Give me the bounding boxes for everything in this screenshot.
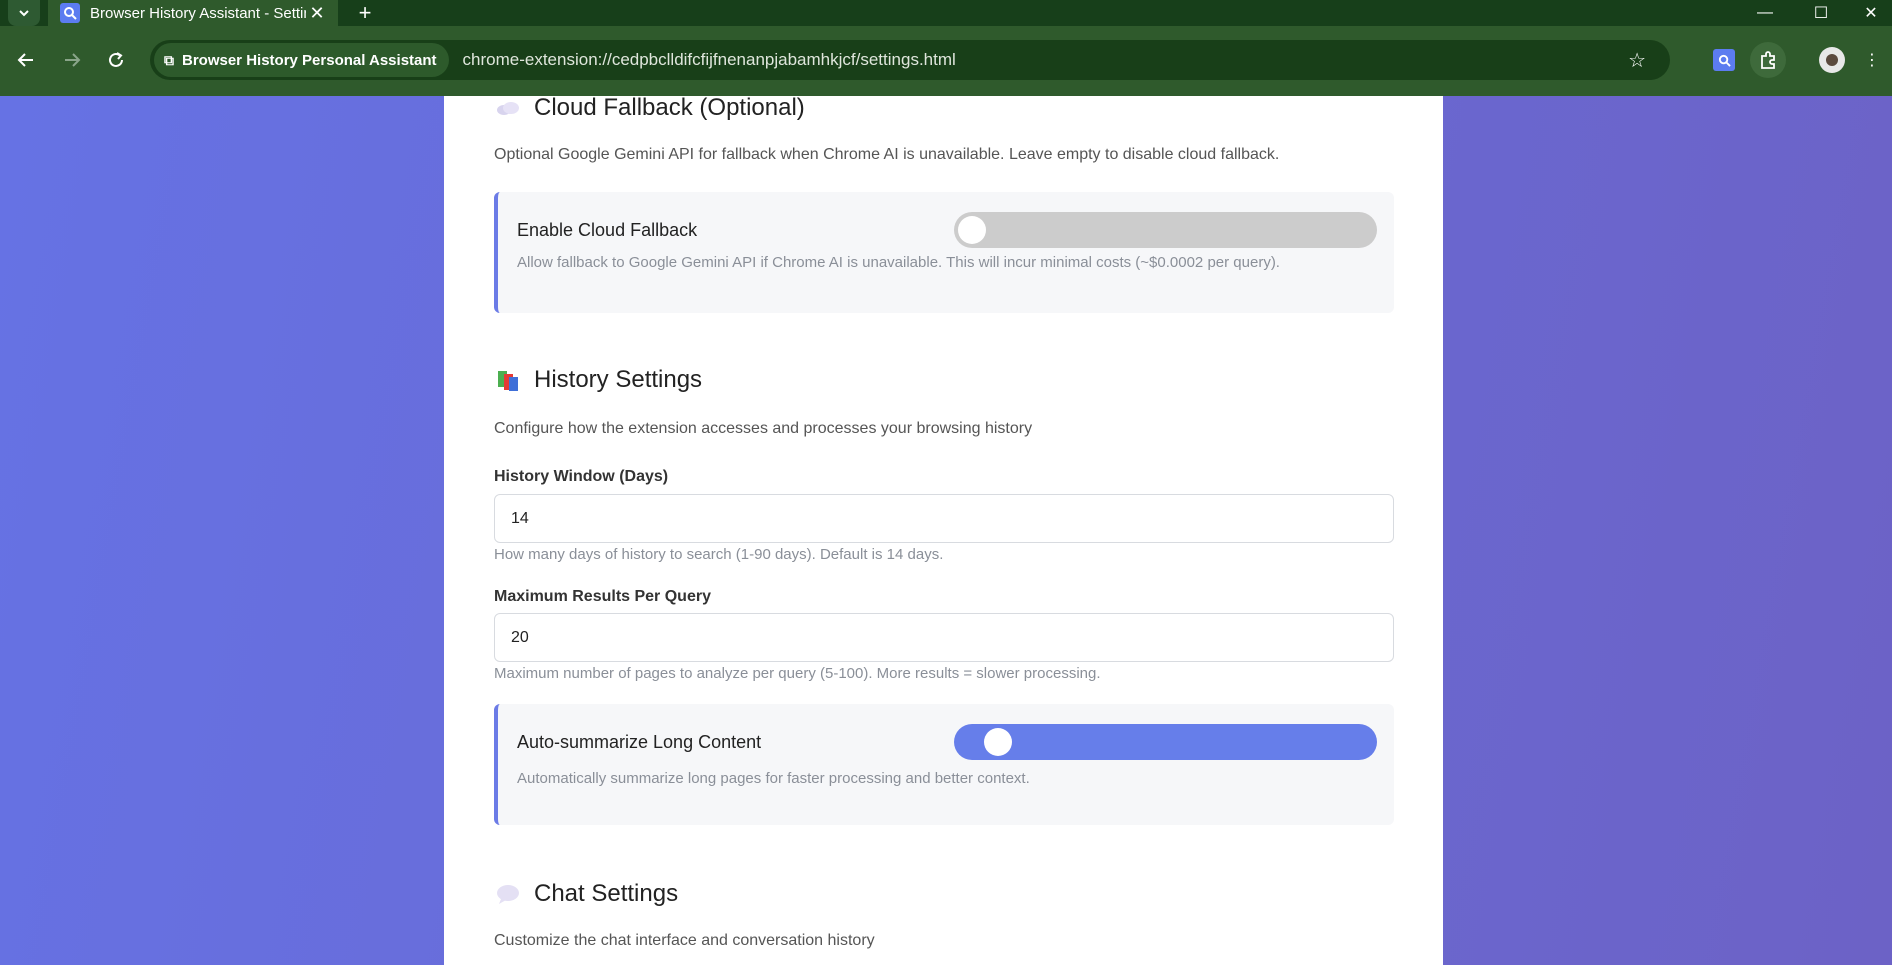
cloud-toggle-hint: Allow fallback to Google Gemini API if C…	[517, 254, 1280, 271]
history-window-label: History Window (Days)	[494, 468, 669, 485]
chat-description: Customize the chat interface and convers…	[494, 932, 875, 949]
reload-button[interactable]	[96, 40, 136, 80]
bookmark-star-icon[interactable]: ☆	[1628, 48, 1646, 73]
speech-bubble-icon	[494, 880, 522, 908]
chat-section-heading: Chat Settings	[494, 880, 678, 908]
tab-strip: Browser History Assistant - Settings ✕ +…	[0, 0, 1892, 26]
auto-summarize-label: Auto-summarize Long Content	[517, 732, 762, 752]
extension-name: Browser History Personal Assistant	[182, 51, 437, 69]
tab-title: Browser History Assistant - Settings	[90, 4, 306, 22]
cloud-icon	[494, 96, 522, 122]
puzzle-icon: ⧉	[164, 51, 174, 68]
max-results-input[interactable]	[494, 613, 1394, 662]
auto-summarize-toggle[interactable]	[954, 724, 1377, 760]
tab-search-button[interactable]	[8, 0, 40, 26]
settings-page: Cloud Fallback (Optional) Optional Googl…	[0, 96, 1892, 965]
chat-heading-text: Chat Settings	[534, 880, 679, 907]
browser-tab[interactable]: Browser History Assistant - Settings ✕	[48, 0, 338, 26]
reload-icon	[109, 52, 123, 67]
search-icon	[60, 3, 80, 23]
profile-avatar[interactable]	[1814, 42, 1850, 78]
cloud-description: Optional Google Gemini API for fallback …	[494, 146, 1280, 163]
history-description: Configure how the extension accesses and…	[494, 420, 1033, 437]
more-menu-icon[interactable]: ⋮	[1860, 42, 1884, 78]
books-icon	[494, 366, 522, 394]
cloud-fallback-toggle[interactable]	[954, 212, 1377, 248]
url-text[interactable]: chrome-extension://cedpbclldifcfijfnenan…	[463, 50, 956, 70]
auto-summarize-hint: Automatically summarize long pages for f…	[517, 770, 1030, 787]
history-window-hint: How many days of history to search (1-90…	[494, 546, 944, 563]
chevron-down-icon	[19, 10, 29, 17]
close-window-button[interactable]: ✕	[1846, 0, 1892, 26]
toggle-knob	[984, 728, 1012, 756]
extension-search-icon[interactable]	[1706, 42, 1742, 78]
history-heading-text: History Settings	[534, 366, 703, 393]
cloud-fallback-setting: Enable Cloud Fallback Allow fallback to …	[494, 192, 1394, 313]
arrow-left-icon	[17, 53, 33, 67]
minimize-button[interactable]: —	[1740, 0, 1790, 26]
auto-summarize-setting: Auto-summarize Long Content Automaticall…	[494, 704, 1394, 825]
close-tab-icon[interactable]: ✕	[306, 3, 328, 24]
back-button[interactable]	[6, 40, 46, 80]
address-bar[interactable]: ⧉ Browser History Personal Assistant chr…	[150, 40, 1670, 80]
cloud-toggle-label: Enable Cloud Fallback	[517, 220, 698, 240]
site-info-chip[interactable]: ⧉ Browser History Personal Assistant	[154, 43, 449, 77]
cloud-heading-text: Cloud Fallback (Optional)	[534, 96, 805, 121]
max-results-hint: Maximum number of pages to analyze per q…	[494, 665, 1101, 682]
new-tab-button[interactable]: +	[352, 0, 378, 26]
history-section-heading: History Settings	[494, 366, 702, 394]
maximize-button[interactable]: ☐	[1796, 0, 1846, 26]
forward-button[interactable]	[52, 40, 92, 80]
toggle-knob	[958, 216, 986, 244]
browser-toolbar: ⧉ Browser History Personal Assistant chr…	[0, 26, 1892, 96]
arrow-right-icon	[65, 53, 81, 67]
extensions-puzzle-icon[interactable]	[1750, 42, 1786, 78]
cloud-section-heading: Cloud Fallback (Optional)	[494, 96, 805, 122]
settings-card: Cloud Fallback (Optional) Optional Googl…	[444, 96, 1443, 965]
max-results-label: Maximum Results Per Query	[494, 588, 711, 605]
history-window-input[interactable]	[494, 494, 1394, 543]
